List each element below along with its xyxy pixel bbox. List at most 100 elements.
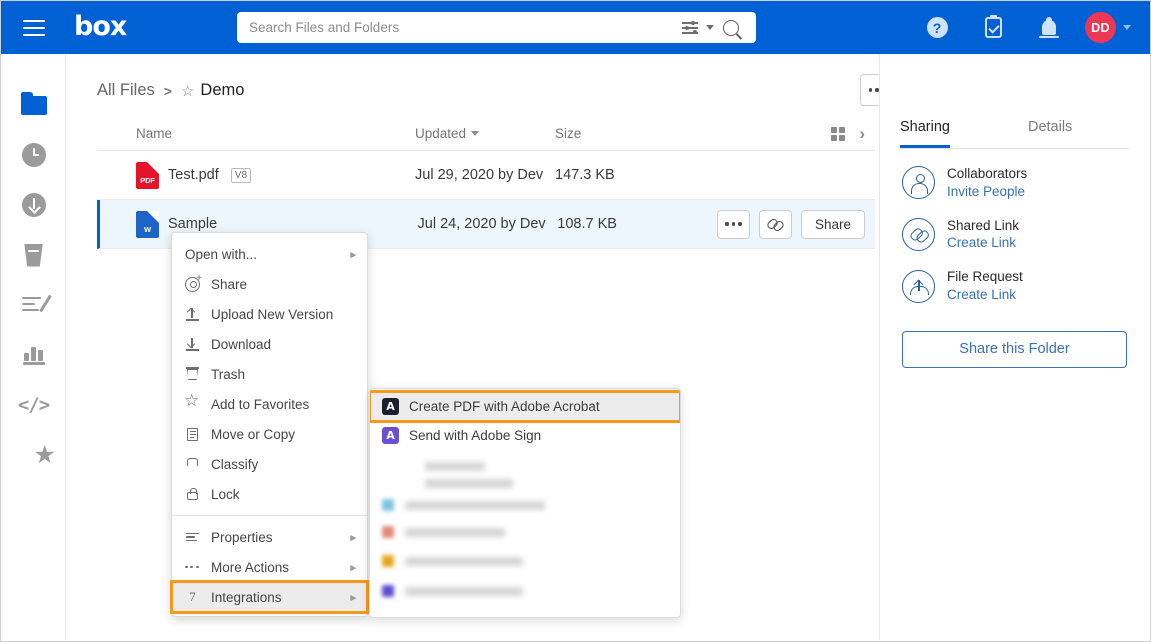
adobe-acrobat-icon: A bbox=[382, 398, 399, 415]
file-name[interactable]: Test.pdf bbox=[168, 167, 219, 183]
context-menu-item-download[interactable]: Download bbox=[172, 329, 367, 359]
row-share-button[interactable]: Share bbox=[800, 209, 865, 239]
context-menu-item-integrations[interactable]: 7 Integrations ▸ bbox=[170, 580, 369, 614]
breadcrumb: All Files > ☆ Demo bbox=[97, 81, 244, 100]
column-header-updated[interactable]: Updated bbox=[415, 126, 555, 141]
sidebar-item-trash[interactable] bbox=[2, 230, 65, 280]
sharing-item-title: Collaborators bbox=[947, 166, 1028, 181]
context-menu-item-trash[interactable]: Trash bbox=[172, 359, 367, 389]
sharing-item-link[interactable]: Create Link bbox=[947, 286, 1023, 304]
column-header-name[interactable]: Name bbox=[97, 126, 415, 141]
three-dots-icon bbox=[725, 222, 742, 226]
help-button[interactable]: ? bbox=[909, 1, 965, 54]
top-bar-icons: ? DD bbox=[909, 1, 1131, 54]
submenu-item-send-with-adobe-sign[interactable]: A Send with Adobe Sign bbox=[370, 421, 680, 450]
context-menu-item-move-or-copy[interactable]: Move or Copy bbox=[172, 419, 367, 449]
context-menu-item-open-with[interactable]: Open with... ▸ bbox=[172, 239, 367, 269]
favorite-star-icon[interactable]: ☆ bbox=[181, 82, 194, 100]
breadcrumb-all-files[interactable]: All Files bbox=[97, 81, 155, 100]
submenu-item-blurred[interactable] bbox=[370, 458, 680, 474]
row-copy-link-button[interactable] bbox=[758, 209, 792, 239]
filter-sliders-icon[interactable] bbox=[682, 20, 699, 35]
submenu-label: Create PDF with Adobe Acrobat bbox=[409, 399, 600, 414]
context-menu-label: Move or Copy bbox=[211, 426, 296, 442]
submenu-item-blurred[interactable] bbox=[370, 576, 680, 606]
left-sidebar: </> bbox=[2, 54, 66, 640]
context-menu-label: More Actions bbox=[211, 559, 290, 575]
lock-icon bbox=[185, 487, 200, 502]
search-bar[interactable] bbox=[237, 12, 756, 43]
help-icon: ? bbox=[926, 17, 948, 38]
sidebar-item-favorites[interactable] bbox=[2, 430, 65, 480]
column-header-updated-label: Updated bbox=[415, 126, 467, 141]
sidebar-item-notes[interactable] bbox=[2, 280, 65, 330]
download-arrow-icon bbox=[185, 337, 200, 352]
document-icon bbox=[185, 427, 200, 442]
context-menu-item-more-actions[interactable]: More Actions ▸ bbox=[172, 552, 367, 582]
notifications-button[interactable] bbox=[1021, 1, 1077, 54]
user-avatar-menu[interactable]: DD bbox=[1077, 12, 1131, 43]
trash-icon bbox=[185, 367, 200, 382]
submenu-item-create-pdf-with-adobe-acrobat[interactable]: A Create PDF with Adobe Acrobat bbox=[370, 390, 680, 423]
box-logo[interactable]: box bbox=[74, 13, 127, 40]
version-badge[interactable]: V8 bbox=[230, 167, 252, 183]
row-more-options-button[interactable] bbox=[716, 209, 750, 239]
sharing-item-collaborators[interactable]: Collaborators Invite People bbox=[880, 165, 1149, 201]
table-row[interactable]: PDF Test.pdf V8 Jul 29, 2020 by Dev 147.… bbox=[97, 151, 875, 200]
sidebar-item-reports[interactable] bbox=[2, 330, 65, 380]
sharing-item-title: Shared Link bbox=[947, 217, 1020, 233]
sidebar-item-synced[interactable] bbox=[2, 180, 65, 230]
context-menu-item-properties[interactable]: Properties ▸ bbox=[172, 522, 367, 552]
hamburger-menu-icon[interactable] bbox=[23, 19, 45, 36]
submenu-item-blurred[interactable] bbox=[370, 518, 680, 546]
integrations-submenu: A Create PDF with Adobe Acrobat A Send w… bbox=[369, 388, 681, 618]
chevron-right-icon[interactable]: › bbox=[859, 125, 865, 142]
notes-icon bbox=[21, 295, 46, 315]
file-size: 147.3 KB bbox=[555, 167, 615, 183]
column-header-size[interactable]: Size bbox=[555, 126, 715, 141]
blurred-app-icon bbox=[382, 526, 394, 538]
submenu-item-blurred[interactable] bbox=[370, 492, 680, 518]
context-menu-item-upload-new-version[interactable]: Upload New Version bbox=[172, 299, 367, 329]
avatar: DD bbox=[1085, 12, 1116, 43]
sidebar-item-recents[interactable] bbox=[2, 130, 65, 180]
word-file-icon: W bbox=[136, 210, 159, 238]
sharing-item-shared-link[interactable]: Shared Link Create Link bbox=[880, 217, 1149, 253]
tab-divider bbox=[900, 148, 1129, 149]
file-name[interactable]: Sample bbox=[168, 216, 217, 232]
filter-chevron-down-icon[interactable] bbox=[706, 25, 714, 30]
tab-sharing[interactable]: Sharing bbox=[900, 119, 950, 148]
context-menu-item-classify[interactable]: Classify bbox=[172, 449, 367, 479]
share-this-folder-button[interactable]: Share this Folder bbox=[902, 330, 1127, 368]
context-menu-item-add-to-favorites[interactable]: ☆ Add to Favorites bbox=[172, 389, 367, 419]
search-icon[interactable] bbox=[723, 19, 739, 36]
cloud-upload-circle-icon bbox=[902, 269, 935, 303]
tab-details[interactable]: Details bbox=[1028, 119, 1072, 148]
sidebar-item-all-files[interactable] bbox=[2, 80, 65, 130]
grid-view-icon[interactable] bbox=[831, 126, 846, 141]
sidebar-item-dev-console[interactable]: </> bbox=[2, 380, 65, 430]
download-circle-icon bbox=[21, 193, 46, 217]
trash-icon bbox=[24, 243, 43, 267]
blurred-label bbox=[405, 500, 545, 510]
context-menu-item-share[interactable]: Share bbox=[172, 269, 367, 299]
three-dots-icon bbox=[185, 560, 200, 575]
submenu-item-blurred[interactable] bbox=[370, 474, 680, 492]
right-sidebar: Sharing Details Collaborators Invite Peo… bbox=[879, 54, 1149, 640]
submenu-label: Send with Adobe Sign bbox=[409, 428, 542, 443]
sharing-item-link[interactable]: Invite People bbox=[947, 183, 1027, 201]
context-menu-label: Upload New Version bbox=[211, 306, 334, 322]
view-controls: › bbox=[715, 125, 875, 142]
row-actions: Share bbox=[716, 209, 875, 239]
share-person-icon bbox=[185, 273, 202, 292]
submenu-item-blurred[interactable] bbox=[370, 546, 680, 576]
link-icon bbox=[768, 217, 783, 232]
search-input[interactable] bbox=[249, 13, 682, 42]
context-menu-item-lock[interactable]: Lock bbox=[172, 479, 367, 509]
sharing-item-file-request[interactable]: File Request Create Link bbox=[880, 268, 1149, 304]
context-menu-label: Add to Favorites bbox=[211, 396, 310, 412]
top-navigation-bar: box ? DD bbox=[1, 1, 1150, 54]
sharing-item-link[interactable]: Create Link bbox=[947, 234, 1019, 252]
tasks-button[interactable] bbox=[965, 1, 1021, 54]
folder-icon bbox=[20, 91, 47, 115]
